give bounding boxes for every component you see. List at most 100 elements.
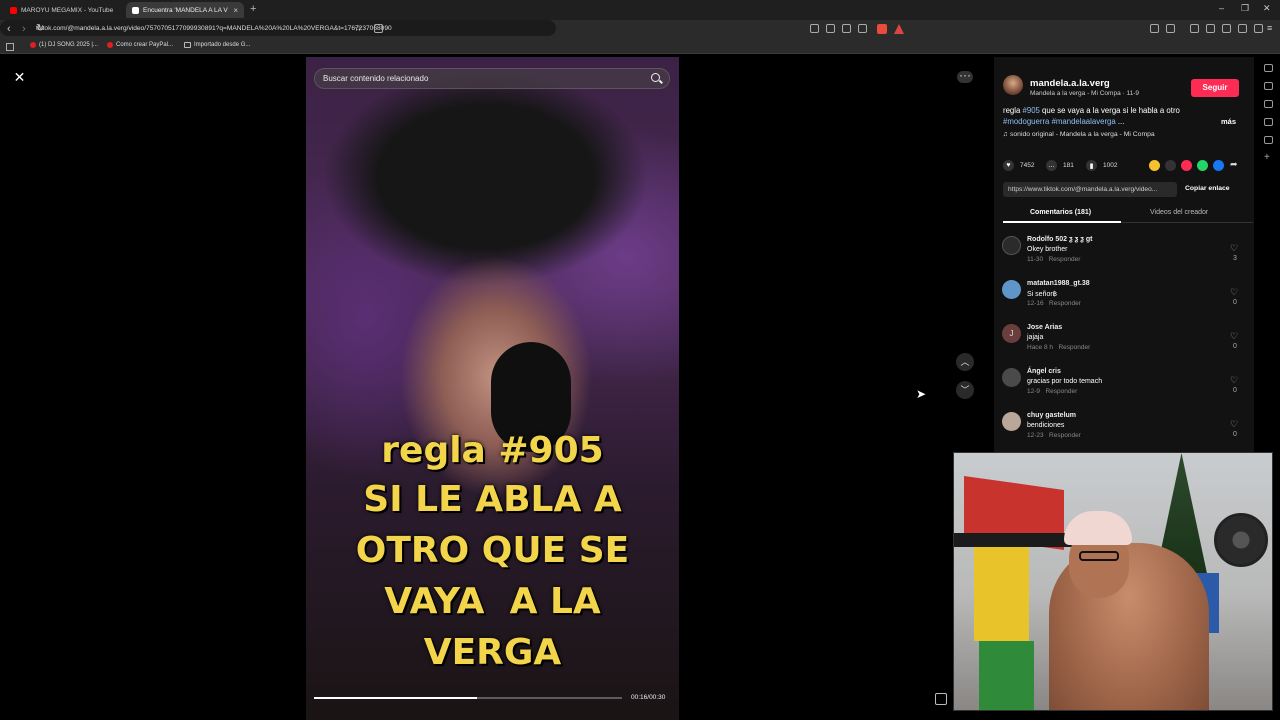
search-icon[interactable] <box>651 73 660 82</box>
share-page-icon[interactable] <box>842 24 851 33</box>
sound-link[interactable]: ♫ sonido original - Mandela a la verga -… <box>1003 131 1155 138</box>
heart-icon[interactable]: ♡ <box>1230 287 1238 298</box>
youtube-icon <box>107 42 113 48</box>
avatar[interactable] <box>1002 280 1021 299</box>
reply-button[interactable]: Responder <box>1049 256 1081 263</box>
glasses-image <box>1079 551 1119 561</box>
bookmark-dj-song[interactable]: (1) DJ SONG 2025 |... <box>30 42 98 48</box>
avatar[interactable] <box>1002 412 1021 431</box>
picture-in-picture-icon[interactable] <box>935 693 947 705</box>
tab-creator-videos[interactable]: Videos del creador <box>1150 209 1208 216</box>
sidebar-icon-2[interactable] <box>1264 82 1273 90</box>
copy-link-button[interactable]: Copiar enlace <box>1185 185 1230 192</box>
bookmark-star-icon[interactable]: ☆ <box>354 23 362 34</box>
sidebar-toggle-icon[interactable] <box>1206 24 1215 33</box>
caption-line: VAYA A LA <box>384 581 601 622</box>
comment-author[interactable]: chuy gastelum <box>1027 412 1076 419</box>
avatar[interactable] <box>1002 236 1021 255</box>
apps-icon[interactable] <box>6 43 14 51</box>
comment-author[interactable]: Jose Arias <box>1027 324 1062 331</box>
reply-button[interactable]: Responder <box>1045 388 1077 395</box>
caption-line: VERGA <box>423 632 562 673</box>
reload-icon[interactable]: ↻ <box>36 23 44 34</box>
avatar[interactable] <box>1003 75 1023 95</box>
brave-shield-icon[interactable] <box>877 24 887 34</box>
sidebar-add-icon[interactable]: + <box>1264 152 1270 163</box>
translate-icon[interactable] <box>810 24 819 33</box>
maximize-icon[interactable]: ❐ <box>1241 3 1249 14</box>
reply-button[interactable]: Responder <box>1049 432 1081 439</box>
heart-icon[interactable]: ♡ <box>1230 419 1238 430</box>
hashtag-link[interactable]: #mandelaalaverga <box>1052 117 1116 126</box>
cast-icon[interactable] <box>826 24 835 33</box>
comment-icon: … <box>1046 160 1057 171</box>
sidebar-icon-5[interactable] <box>1264 136 1273 144</box>
like-stat[interactable]: ♥ 7452 <box>1003 160 1034 171</box>
heart-icon[interactable]: ♡ <box>1230 331 1238 342</box>
sidebar-icon-3[interactable] <box>1264 100 1273 108</box>
save-stat[interactable]: ▮ 1002 <box>1086 160 1117 171</box>
address-bar-row: ‹ › ↻ ☆ tiktok.com/@mandela.a.la.verg/vi… <box>0 20 1280 40</box>
description-ellipsis: ... <box>1115 116 1125 126</box>
close-icon[interactable]: ✕ <box>11 69 28 86</box>
embed-icon[interactable] <box>1165 160 1176 171</box>
comment-author[interactable]: matatan1988_gt.38 <box>1027 280 1090 287</box>
forward-icon[interactable]: › <box>22 23 26 35</box>
reply-button[interactable]: Responder <box>1058 344 1090 351</box>
comment-text: jajaja <box>1027 334 1044 341</box>
heart-icon: ♥ <box>1003 160 1014 171</box>
tab-comments[interactable]: Comentarios (181) <box>1030 209 1091 216</box>
wallet-icon[interactable] <box>1222 24 1231 33</box>
window-close-icon[interactable]: ✕ <box>1263 3 1271 14</box>
chevron-down-icon[interactable]: ﹀ <box>956 381 974 399</box>
flag-image <box>974 541 1029 641</box>
bookmark-imported[interactable]: Importado desde G... <box>184 42 250 48</box>
heart-icon[interactable]: ♡ <box>1230 243 1238 254</box>
facebook-icon[interactable] <box>1213 160 1224 171</box>
share-arrow-icon[interactable]: ➦ <box>1230 159 1238 170</box>
comment-meta: 12-16 Responder <box>1027 300 1081 307</box>
menu-icon[interactable]: ≡ <box>1267 23 1272 33</box>
install-icon[interactable] <box>858 24 867 33</box>
hashtag-link[interactable]: #modoguerra <box>1003 117 1049 126</box>
heart-icon[interactable]: ♡ <box>1230 375 1238 386</box>
site-info-icon[interactable] <box>374 24 383 33</box>
comment-author[interactable]: Rodolfo 502 ƺ ƺ ƺ gt <box>1027 236 1093 243</box>
search-input[interactable]: Buscar contenido relacionado <box>314 68 670 89</box>
more-icon[interactable]: ··· <box>957 69 973 83</box>
back-icon[interactable]: ‹ <box>7 23 11 35</box>
send-icon[interactable] <box>1181 160 1192 171</box>
sidebar-icon-4[interactable] <box>1264 118 1273 126</box>
tab-youtube[interactable]: MAROYU MEGAMIX - YouTube <box>4 2 122 18</box>
comment-like-count: 0 <box>1233 299 1237 306</box>
extension-icon-2[interactable] <box>1166 24 1175 33</box>
whatsapp-icon[interactable] <box>1197 160 1208 171</box>
extensions-icon[interactable] <box>1238 24 1247 33</box>
url-field[interactable]: tiktok.com/@mandela.a.la.verg/video/7570… <box>0 20 556 36</box>
avatar[interactable] <box>1002 368 1021 387</box>
sidebar-icon-1[interactable] <box>1264 64 1273 72</box>
hashtag-link[interactable]: #905 <box>1023 106 1040 115</box>
active-tab-indicator <box>1003 221 1121 223</box>
video-link-field[interactable]: https://www.tiktok.com/@mandela.a.la.ver… <box>1003 182 1177 197</box>
minimize-icon[interactable]: – <box>1219 3 1224 13</box>
repost-icon[interactable] <box>1149 160 1160 171</box>
vpn-icon[interactable] <box>1254 24 1263 33</box>
video-progress-bar[interactable] <box>314 697 622 699</box>
more-link[interactable]: más <box>1221 117 1236 126</box>
comment-author[interactable]: Ángel cris <box>1027 368 1061 375</box>
extension-icon-1[interactable] <box>1150 24 1159 33</box>
music-ext-icon[interactable] <box>1190 24 1199 33</box>
bookmark-paypal[interactable]: Como crear PayPal... <box>107 42 173 48</box>
author-username[interactable]: mandela.a.la.verg <box>1030 78 1110 89</box>
chevron-up-icon[interactable]: ︿ <box>956 353 974 371</box>
tab-tiktok[interactable]: Encuentra 'MANDELA A LA V × <box>126 2 244 18</box>
close-tab-icon[interactable]: × <box>233 6 238 15</box>
comment-stat[interactable]: … 181 <box>1046 160 1074 171</box>
reply-button[interactable]: Responder <box>1049 300 1081 307</box>
rewards-icon[interactable] <box>894 24 904 34</box>
follow-button[interactable]: Seguir <box>1191 79 1239 97</box>
avatar[interactable]: J <box>1002 324 1021 343</box>
comment-text: Si señor฿ <box>1027 291 1058 298</box>
new-tab-icon[interactable]: + <box>250 3 256 15</box>
